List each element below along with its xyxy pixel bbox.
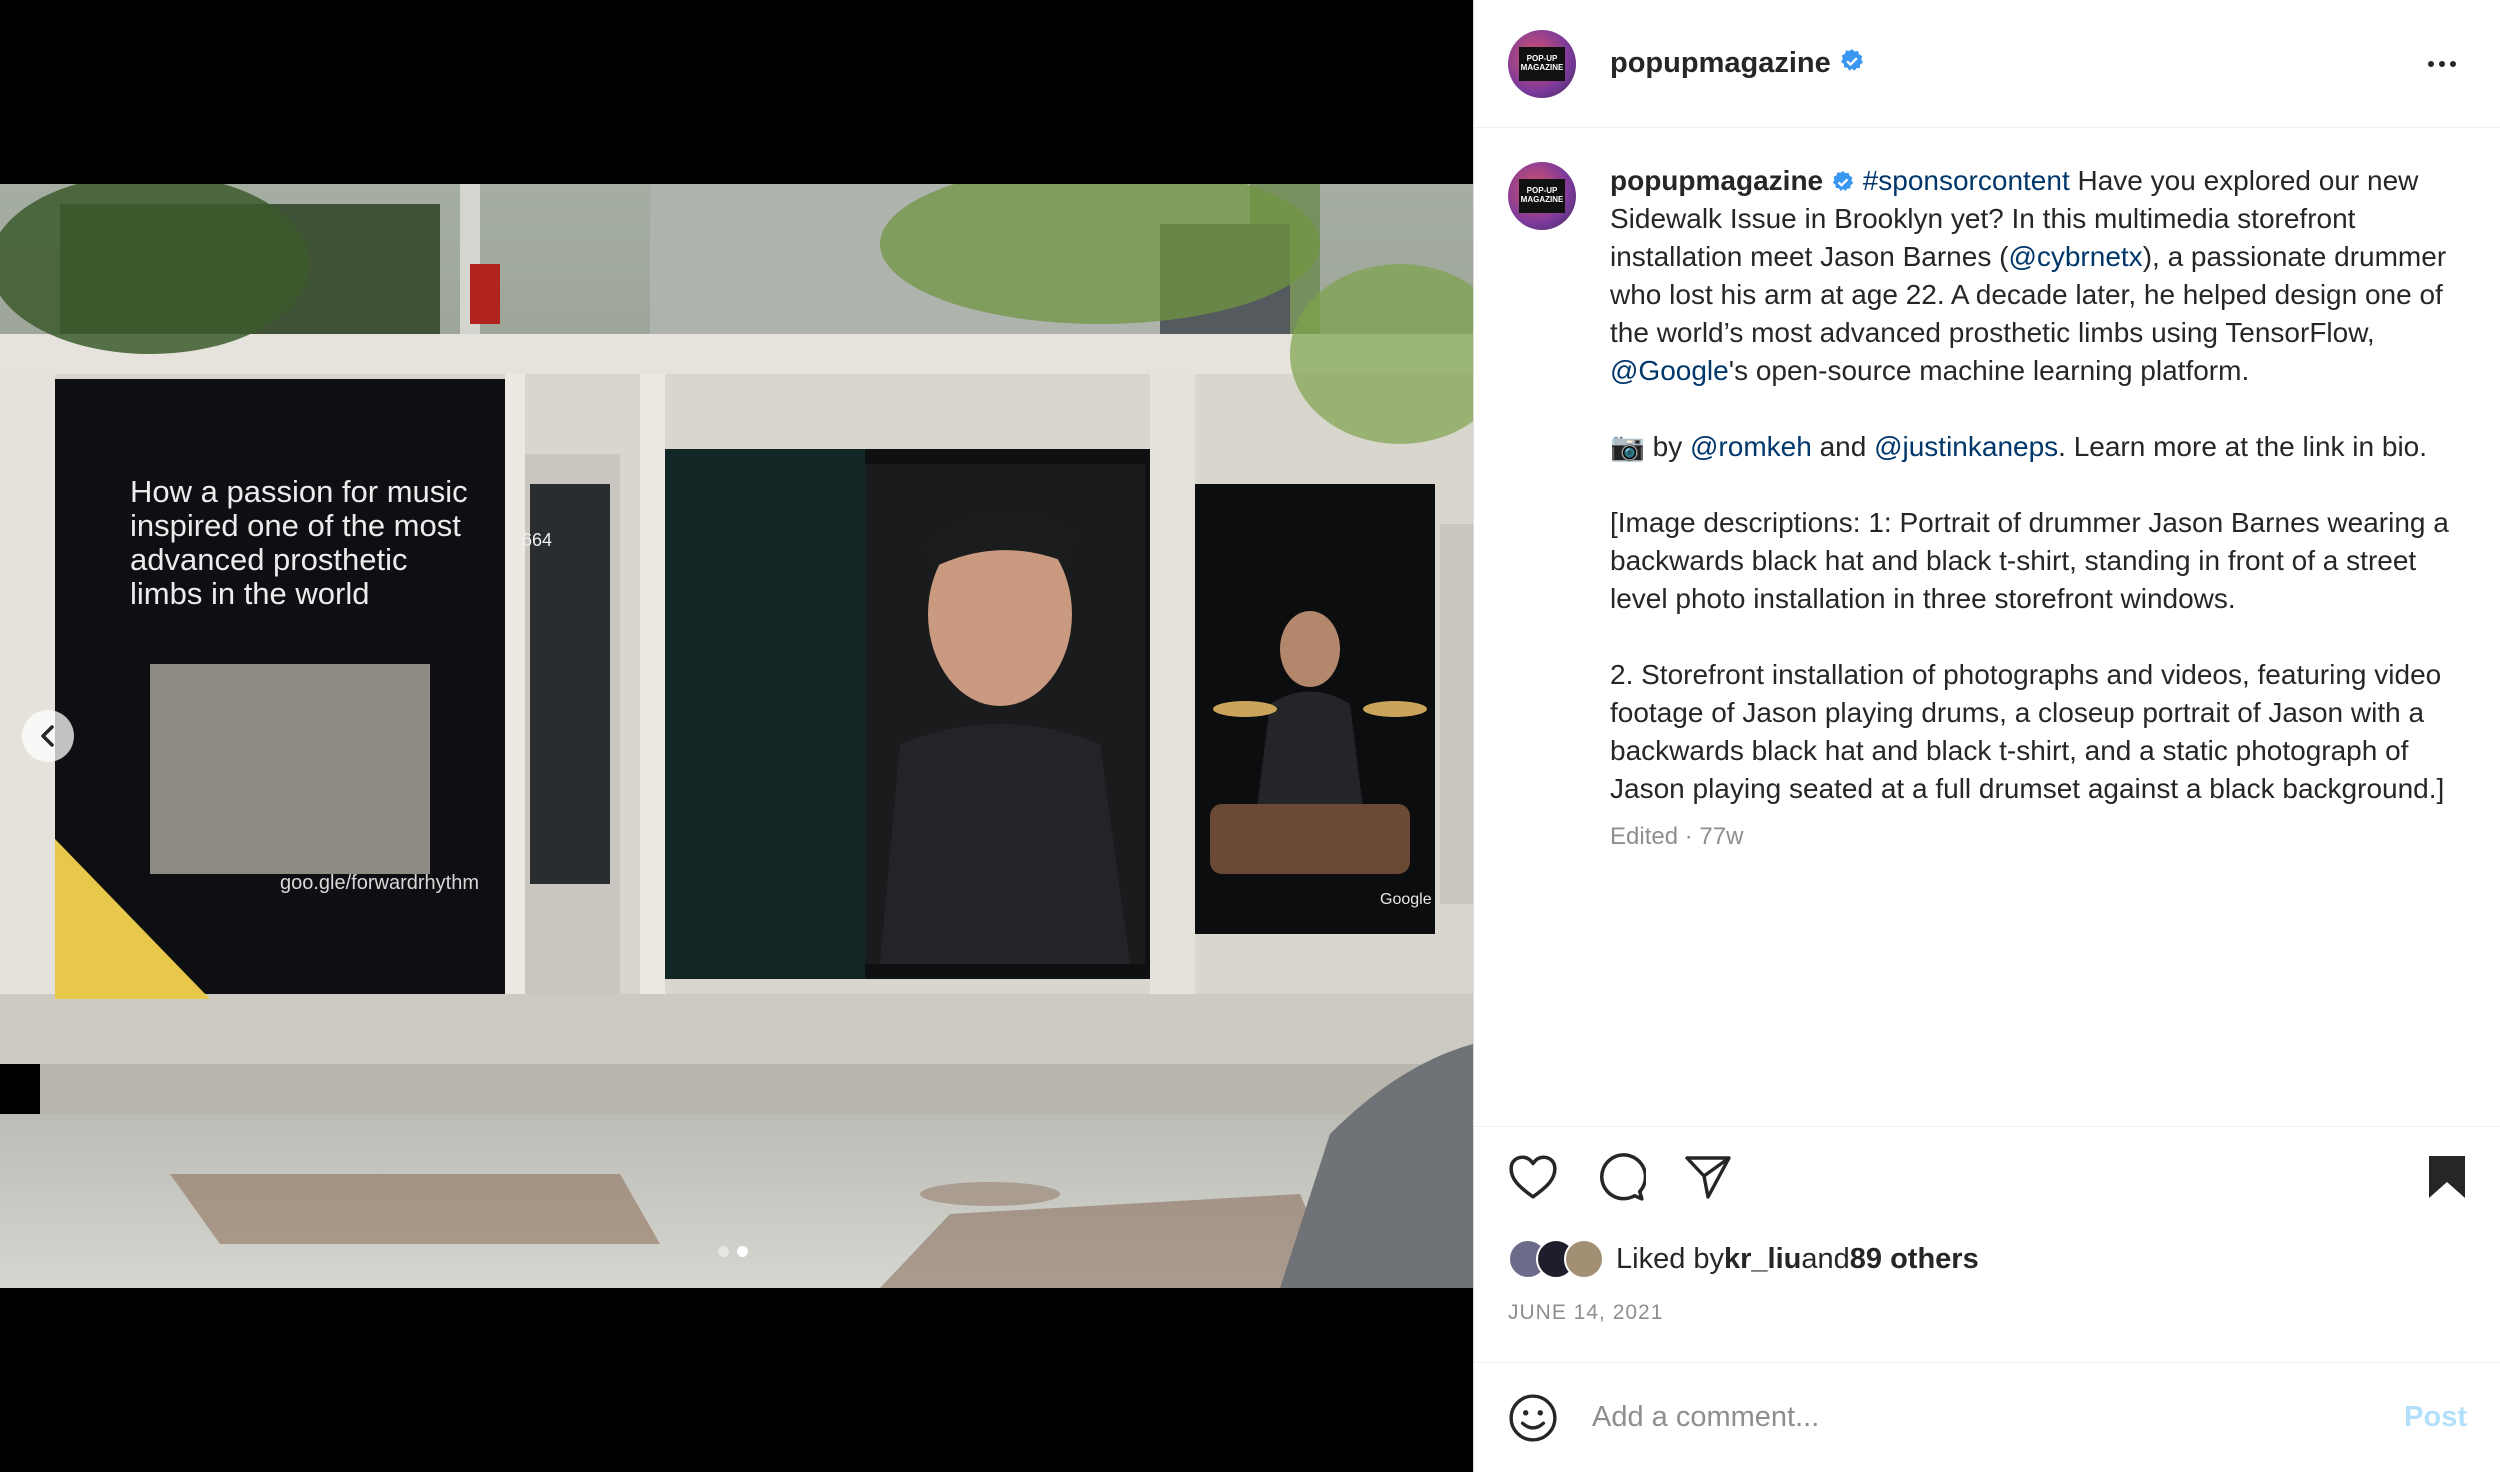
comment-bar: Post (1474, 1362, 2500, 1472)
carousel-dot (718, 1246, 729, 1257)
caption-text: popupmagazine #sponsorcontent Have you e… (1610, 162, 2467, 1092)
verified-badge-icon (1839, 48, 1865, 79)
previous-slide-button[interactable] (22, 710, 74, 762)
carousel-indicator (718, 1246, 748, 1257)
comment-input[interactable] (1592, 1401, 2405, 1434)
post-sidebar: POP-UP MAGAZINE popupmagazine POP-UP MAG… (1473, 0, 2500, 1472)
liked-by-others-link[interactable]: 89 others (1850, 1243, 1979, 1276)
caption-section: POP-UP MAGAZINE popupmagazine #sponsorco… (1474, 128, 2500, 1126)
post-photo: How a passion for music inspired one of … (0, 184, 1473, 1288)
caption-text-part: and (1811, 431, 1875, 462)
avatar (1564, 1239, 1604, 1279)
media-viewer: How a passion for music inspired one of … (0, 0, 1473, 1472)
poster-url: goo.gle/forwardrhythm (280, 872, 479, 894)
comment-icon[interactable] (1596, 1153, 1646, 1201)
caption-meta: Edited · 77w (1610, 823, 1744, 850)
liked-by-label: Liked by (1616, 1242, 1725, 1275)
hashtag-link[interactable]: #sponsorcontent (1863, 165, 2070, 196)
post-header: POP-UP MAGAZINE popupmagazine (1474, 0, 2500, 128)
caption-username[interactable]: popupmagazine (1610, 165, 1823, 196)
mention-link[interactable]: @justinkaneps (1874, 431, 2058, 462)
liked-by-user-link[interactable]: kr_liu (1724, 1243, 1801, 1276)
liked-by-label: and (1801, 1242, 1850, 1275)
chevron-left-icon (41, 725, 54, 747)
like-icon[interactable] (1508, 1154, 1558, 1200)
carousel-dot-active (737, 1246, 748, 1257)
share-icon[interactable] (1684, 1154, 1732, 1200)
bookmark-icon[interactable] (2427, 1154, 2467, 1200)
address-number: 664 (522, 530, 552, 550)
caption-text-part: . Learn more at the link in bio. [Image … (1610, 431, 2449, 804)
verified-badge-icon (1832, 171, 1854, 191)
mention-link[interactable]: @romkeh (1690, 431, 1812, 462)
likes-summary: Liked by kr_liu and 89 others (1508, 1239, 2467, 1279)
emoji-icon[interactable] (1508, 1393, 1558, 1443)
post-comment-button[interactable]: Post (2404, 1401, 2467, 1434)
caption-avatar[interactable]: POP-UP MAGAZINE (1508, 162, 1576, 230)
avatar-logo: POP-UP MAGAZINE (1519, 179, 1565, 213)
dot-icon (2439, 60, 2445, 67)
dot-icon (2428, 60, 2434, 67)
post-modal: How a passion for music inspired one of … (0, 0, 2500, 1472)
post-date[interactable]: JUNE 14, 2021 (1508, 1301, 2467, 1325)
avatar[interactable]: POP-UP MAGAZINE (1508, 29, 1576, 98)
post-actions: Liked by kr_liu and 89 others JUNE 14, 2… (1474, 1126, 2500, 1325)
username-link[interactable]: popupmagazine (1610, 47, 1831, 80)
dot-icon (2450, 60, 2456, 67)
mention-link[interactable]: @Google (1610, 355, 1729, 386)
avatar-logo: POP-UP MAGAZINE (1519, 46, 1565, 81)
mention-link[interactable]: @cybrnetx (2008, 241, 2142, 272)
poster-brand: Google (1380, 891, 1432, 908)
more-options-button[interactable] (2418, 51, 2466, 77)
